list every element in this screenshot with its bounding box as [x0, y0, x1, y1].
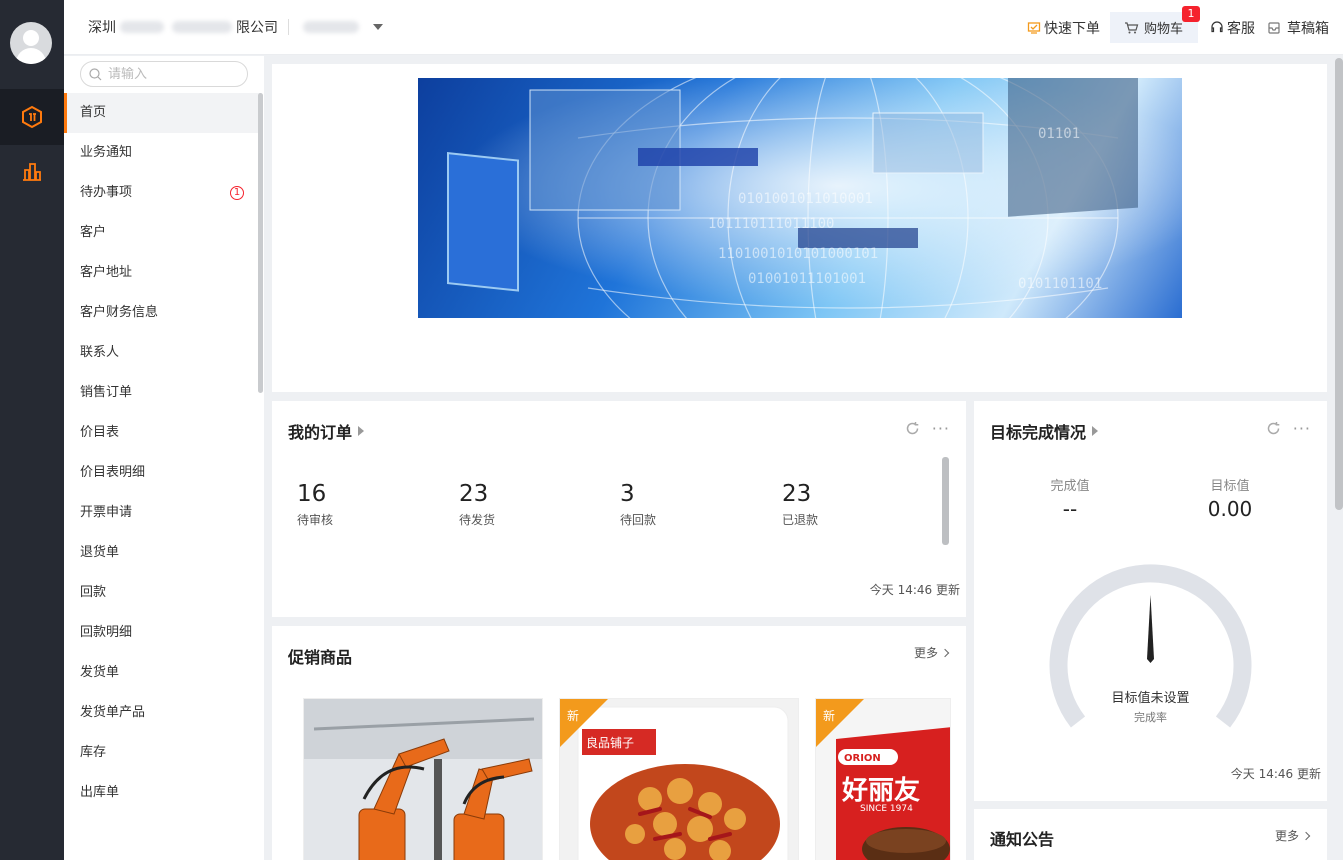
sidebar-item-delivery-order[interactable]: 发货单	[64, 653, 260, 693]
gauge-needle	[1147, 595, 1154, 663]
sidebar-item-payment[interactable]: 回款	[64, 573, 260, 613]
todo-count-badge: 1	[230, 186, 244, 200]
drafts-button[interactable]: 草稿箱	[1267, 18, 1329, 38]
product-card-orion[interactable]: ORION 好丽友 SINCE 1974 新	[815, 698, 951, 860]
avatar[interactable]	[10, 22, 52, 64]
svg-text:01001011101001: 01001011101001	[748, 271, 866, 287]
bar-chart-icon	[23, 163, 41, 181]
chevron-down-icon	[373, 24, 383, 30]
company-name-prefix: 深圳	[88, 20, 116, 36]
menu-search[interactable]	[80, 61, 248, 87]
orders-updated-time: 今天 14:46 更新	[869, 583, 960, 597]
notice-more-link[interactable]: 更多	[1275, 827, 1311, 844]
sidebar-item-home[interactable]: 首页	[64, 93, 260, 133]
svg-text:好丽友: 好丽友	[841, 776, 920, 806]
goal-completion-card: 目标完成情况 ··· 完成值 -- 目标值 0.00 目标值未设置 完成率 今天…	[974, 401, 1327, 801]
main-scrollbar[interactable]	[1335, 58, 1343, 510]
sidebar-item-price-list[interactable]: 价目表	[64, 413, 260, 453]
svg-text:ORION: ORION	[844, 753, 881, 764]
cart-icon	[1125, 21, 1139, 33]
sidebar-item-customer[interactable]: 客户	[64, 213, 260, 253]
sidebar-item-customer-address[interactable]: 客户地址	[64, 253, 260, 293]
sidebar-item-business-notice[interactable]: 业务通知	[64, 133, 260, 173]
caret-right-icon	[358, 426, 365, 436]
sidebar-item-outbound-order[interactable]: 出库单	[64, 773, 260, 813]
rail-item-reports[interactable]	[0, 143, 64, 199]
app-rail	[0, 0, 64, 860]
target-value: 0.00	[1207, 497, 1253, 521]
cart-count-badge: 1	[1182, 6, 1200, 22]
search-icon	[89, 67, 102, 80]
sidebar-item-label: 待办事项	[80, 185, 133, 200]
more-options-icon[interactable]: ···	[1293, 420, 1311, 436]
svg-text:0101101101: 0101101101	[1018, 276, 1102, 292]
sidebar-item-sales-order[interactable]: 销售订单	[64, 373, 260, 413]
company-switcher[interactable]: 深圳 限公司	[88, 17, 383, 37]
refresh-icon[interactable]	[1266, 421, 1281, 436]
my-orders-card: 我的订单 ··· 16 待审核 23 待发货 3 待回款 23 已退款 今天 1…	[272, 401, 966, 617]
sidebar-item-todo[interactable]: 待办事项 1	[64, 173, 260, 213]
svg-text:1101001010101000101: 1101001010101000101	[718, 246, 878, 262]
banner-image[interactable]: 0101001011010001 101110111011100 1101001…	[418, 78, 1182, 318]
promotions-card: 促销商品 更多 良品铺子 新 ORION 好丽友 SINCE 1974 新	[272, 626, 966, 860]
gauge-status-text: 目标值未设置	[1111, 691, 1190, 706]
sidebar-scrollbar[interactable]	[258, 93, 263, 393]
promotions-title: 促销商品	[288, 648, 353, 667]
sidebar-item-return-order[interactable]: 退货单	[64, 533, 260, 573]
chevron-right-icon	[940, 648, 950, 657]
notice-title: 通知公告	[990, 830, 1055, 849]
product-card-robot[interactable]	[303, 698, 543, 860]
done-value: --	[1062, 497, 1078, 521]
headset-icon	[1211, 20, 1223, 32]
sidebar-item-inventory[interactable]: 库存	[64, 733, 260, 773]
more-options-icon[interactable]: ···	[932, 420, 950, 436]
svg-text:SINCE 1974: SINCE 1974	[860, 804, 913, 814]
menu-list: 首页 业务通知 待办事项 1 客户 客户地址 客户财务信息 联系人 销售订单 价…	[64, 93, 260, 813]
company-name-suffix: 限公司	[236, 20, 278, 36]
goal-updated-time: 今天 14:46 更新	[1230, 767, 1321, 781]
done-value-label: 完成值	[1050, 479, 1090, 494]
cart-button[interactable]: 购物车 1	[1110, 6, 1200, 43]
sidebar-menu: 首页 业务通知 待办事项 1 客户 客户地址 客户财务信息 联系人 销售订单 价…	[64, 56, 264, 860]
rail-item-home[interactable]	[0, 89, 64, 145]
sidebar-item-price-list-detail[interactable]: 价目表明细	[64, 453, 260, 493]
quick-order-icon	[1027, 21, 1041, 34]
stat-pending-payment[interactable]: 3 待回款	[620, 481, 656, 528]
app-logo-icon	[22, 105, 42, 129]
stat-pending-shipment[interactable]: 23 待发货	[459, 481, 495, 528]
refresh-icon[interactable]	[905, 421, 920, 436]
sidebar-item-delivery-product[interactable]: 发货单产品	[64, 693, 260, 733]
stat-refunded[interactable]: 23 已退款	[782, 481, 818, 528]
drafts-box-icon	[1268, 21, 1280, 34]
quick-order-button[interactable]: 快速下单	[1027, 18, 1100, 38]
product-image-robot-arm	[304, 699, 542, 860]
orders-scrollbar[interactable]	[942, 457, 949, 545]
goal-title[interactable]: 目标完成情况	[990, 419, 1099, 443]
svg-text:0101001011010001: 0101001011010001	[738, 191, 873, 207]
sidebar-item-payment-detail[interactable]: 回款明细	[64, 613, 260, 653]
notice-card: 通知公告 更多	[974, 809, 1327, 860]
target-value-label: 目标值	[1210, 479, 1250, 494]
customer-service-button[interactable]: 客服	[1210, 18, 1255, 38]
caret-right-icon	[1092, 426, 1099, 436]
sidebar-item-contacts[interactable]: 联系人	[64, 333, 260, 373]
sidebar-item-invoice-request[interactable]: 开票申请	[64, 493, 260, 533]
orders-title[interactable]: 我的订单	[288, 419, 365, 443]
promotions-more-link[interactable]: 更多	[914, 644, 950, 661]
svg-text:101110111011100: 101110111011100	[708, 216, 834, 232]
search-input[interactable]	[108, 66, 238, 82]
chevron-right-icon	[1301, 831, 1311, 840]
gauge-sub-label: 完成率	[1134, 711, 1167, 724]
product-card-snack[interactable]: 良品铺子 新	[559, 698, 799, 860]
svg-text:01101: 01101	[1038, 126, 1080, 142]
top-header: 深圳 限公司 快速下单 购物车 1 客服 草稿箱	[64, 0, 1343, 55]
sidebar-item-customer-finance[interactable]: 客户财务信息	[64, 293, 260, 333]
banner-card: 0101001011010001 101110111011100 1101001…	[272, 64, 1327, 392]
stat-pending-review[interactable]: 16 待审核	[297, 481, 333, 528]
